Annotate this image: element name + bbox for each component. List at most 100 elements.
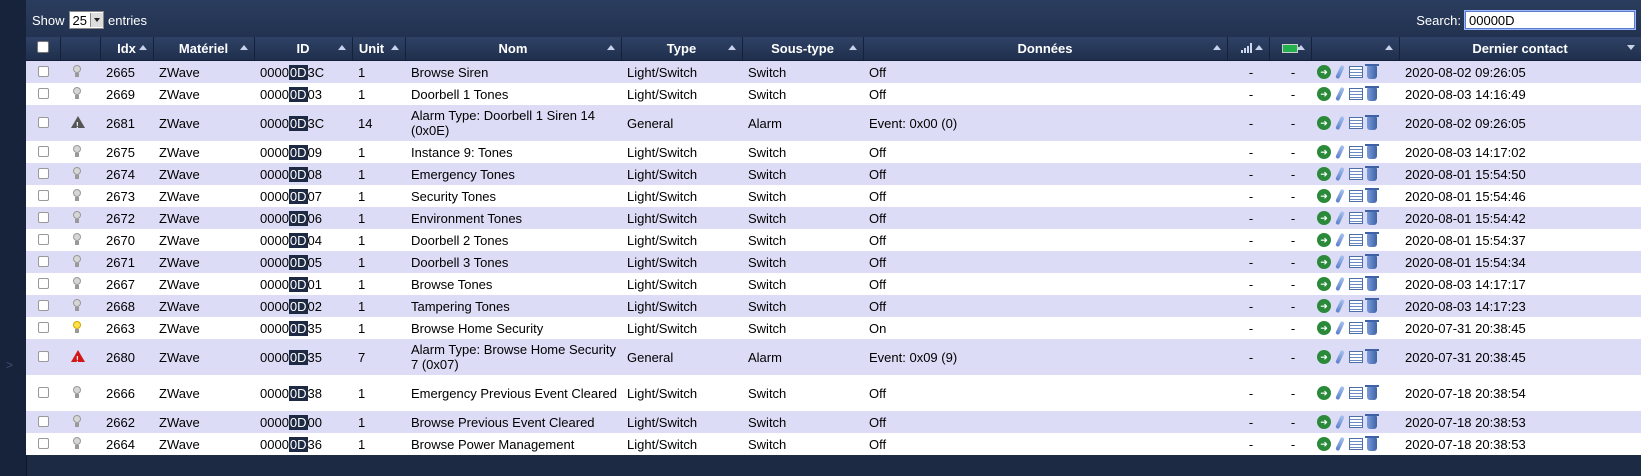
- log-icon[interactable]: [1349, 256, 1363, 268]
- row-select-cell[interactable]: [26, 207, 60, 229]
- row-select-cell[interactable]: [26, 61, 60, 84]
- log-icon[interactable]: [1349, 212, 1363, 224]
- table-row[interactable]: 2662 ZWave 00000D00 1 Browse Previous Event …: [26, 411, 1641, 433]
- light-bulb-off-icon[interactable]: [72, 414, 82, 427]
- light-bulb-off-icon[interactable]: [72, 254, 82, 267]
- row-checkbox[interactable]: [38, 255, 49, 267]
- light-bulb-off-icon[interactable]: [72, 166, 82, 179]
- go-arrow-icon[interactable]: ➜: [1317, 321, 1331, 335]
- row-select-cell[interactable]: [26, 411, 60, 433]
- table-row[interactable]: 2675 ZWave 00000D09 1 Instance 9: Tones Light…: [26, 141, 1641, 163]
- table-row[interactable]: 2673 ZWave 00000D07 1 Security Tones Light/Sw…: [26, 185, 1641, 207]
- header-id[interactable]: ID: [254, 37, 353, 61]
- delete-icon[interactable]: [1365, 143, 1379, 159]
- delete-icon[interactable]: [1365, 348, 1379, 364]
- delete-icon[interactable]: [1365, 413, 1379, 429]
- table-row[interactable]: 2671 ZWave 00000D05 1 Doorbell 3 Tones Light/…: [26, 251, 1641, 273]
- go-arrow-icon[interactable]: ➜: [1317, 145, 1331, 159]
- go-arrow-icon[interactable]: ➜: [1317, 87, 1331, 101]
- chevron-down-icon[interactable]: [90, 13, 103, 27]
- row-checkbox[interactable]: [38, 437, 49, 449]
- row-select-cell[interactable]: [26, 163, 60, 185]
- go-arrow-icon[interactable]: ➜: [1317, 233, 1331, 247]
- delete-icon[interactable]: [1365, 435, 1379, 451]
- table-row[interactable]: 2672 ZWave 00000D06 1 Environment Tones Light…: [26, 207, 1641, 229]
- edit-icon[interactable]: [1335, 437, 1345, 451]
- light-bulb-off-icon[interactable]: [72, 298, 82, 311]
- row-checkbox[interactable]: [38, 415, 49, 427]
- go-arrow-icon[interactable]: ➜: [1317, 277, 1331, 291]
- go-arrow-icon[interactable]: ➜: [1317, 350, 1331, 364]
- select-all-checkbox[interactable]: [36, 41, 49, 53]
- delete-icon[interactable]: [1365, 165, 1379, 181]
- log-icon[interactable]: [1349, 190, 1363, 202]
- go-arrow-icon[interactable]: ➜: [1317, 437, 1331, 451]
- row-checkbox[interactable]: [38, 116, 49, 128]
- light-bulb-off-icon[interactable]: [72, 210, 82, 223]
- row-checkbox[interactable]: [38, 386, 49, 398]
- header-sous-type[interactable]: Sous-type: [742, 37, 864, 61]
- light-bulb-off-icon[interactable]: [72, 188, 82, 201]
- edit-icon[interactable]: [1335, 233, 1345, 247]
- edit-icon[interactable]: [1335, 145, 1345, 159]
- row-checkbox[interactable]: [38, 277, 49, 289]
- edit-icon[interactable]: [1335, 167, 1345, 181]
- edit-icon[interactable]: [1335, 211, 1345, 225]
- delete-icon[interactable]: [1365, 384, 1379, 400]
- light-bulb-off-icon[interactable]: [72, 385, 82, 398]
- log-icon[interactable]: [1349, 351, 1363, 363]
- light-bulb-off-icon[interactable]: [72, 276, 82, 289]
- go-arrow-icon[interactable]: ➜: [1317, 65, 1331, 79]
- log-icon[interactable]: [1349, 66, 1363, 78]
- row-checkbox[interactable]: [38, 233, 49, 245]
- delete-icon[interactable]: [1365, 187, 1379, 203]
- header-battery[interactable]: [1269, 37, 1312, 61]
- log-icon[interactable]: [1349, 234, 1363, 246]
- light-bulb-on-icon[interactable]: [72, 320, 82, 333]
- row-select-cell[interactable]: [26, 433, 60, 455]
- header-nom[interactable]: Nom: [405, 37, 622, 61]
- log-icon[interactable]: [1349, 88, 1363, 100]
- row-select-cell[interactable]: [26, 105, 60, 141]
- light-bulb-off-icon[interactable]: [72, 436, 82, 449]
- row-checkbox[interactable]: [38, 189, 49, 201]
- header-dernier-contact[interactable]: Dernier contact: [1399, 37, 1641, 61]
- delete-icon[interactable]: [1365, 85, 1379, 101]
- log-icon[interactable]: [1349, 117, 1363, 129]
- table-row[interactable]: 2670 ZWave 00000D04 1 Doorbell 2 Tones Light/…: [26, 229, 1641, 251]
- edit-icon[interactable]: [1335, 255, 1345, 269]
- row-checkbox[interactable]: [38, 167, 49, 179]
- expand-arrow-icon[interactable]: >: [6, 358, 13, 372]
- edit-icon[interactable]: [1335, 386, 1345, 400]
- edit-icon[interactable]: [1335, 189, 1345, 203]
- row-checkbox[interactable]: [38, 299, 49, 311]
- table-row[interactable]: 2665 ZWave 00000D3C 1 Browse Siren Light/Swit…: [26, 60, 1641, 84]
- go-arrow-icon[interactable]: ➜: [1317, 255, 1331, 269]
- edit-icon[interactable]: [1335, 299, 1345, 313]
- table-row[interactable]: 2669 ZWave 00000D03 1 Doorbell 1 Tones Light/…: [26, 83, 1641, 105]
- log-icon[interactable]: [1349, 278, 1363, 290]
- row-select-cell[interactable]: [26, 185, 60, 207]
- row-select-cell[interactable]: [26, 251, 60, 273]
- go-arrow-icon[interactable]: ➜: [1317, 415, 1331, 429]
- go-arrow-icon[interactable]: ➜: [1317, 167, 1331, 181]
- row-checkbox[interactable]: [38, 87, 49, 99]
- header-idx[interactable]: Idx: [100, 37, 154, 61]
- table-row[interactable]: ! 2680 ZWave 00000D35 7 Alarm Type: Browse Ho…: [26, 339, 1641, 375]
- row-select-cell[interactable]: [26, 317, 60, 339]
- table-row[interactable]: 2674 ZWave 00000D08 1 Emergency Tones Light/S…: [26, 163, 1641, 185]
- row-select-cell[interactable]: [26, 339, 60, 375]
- row-select-cell[interactable]: [26, 295, 60, 317]
- table-row[interactable]: 2666 ZWave 00000D38 1 Emergency Previous Eve…: [26, 375, 1641, 411]
- go-arrow-icon[interactable]: ➜: [1317, 189, 1331, 203]
- edit-icon[interactable]: [1335, 350, 1345, 364]
- go-arrow-icon[interactable]: ➜: [1317, 386, 1331, 400]
- log-icon[interactable]: [1349, 416, 1363, 428]
- header-type[interactable]: Type: [621, 37, 743, 61]
- row-checkbox[interactable]: [38, 65, 49, 77]
- header-actions[interactable]: [1311, 37, 1400, 61]
- delete-icon[interactable]: [1365, 275, 1379, 291]
- search-input[interactable]: [1464, 10, 1636, 30]
- entries-select[interactable]: 25: [68, 11, 104, 29]
- go-arrow-icon[interactable]: ➜: [1317, 116, 1331, 130]
